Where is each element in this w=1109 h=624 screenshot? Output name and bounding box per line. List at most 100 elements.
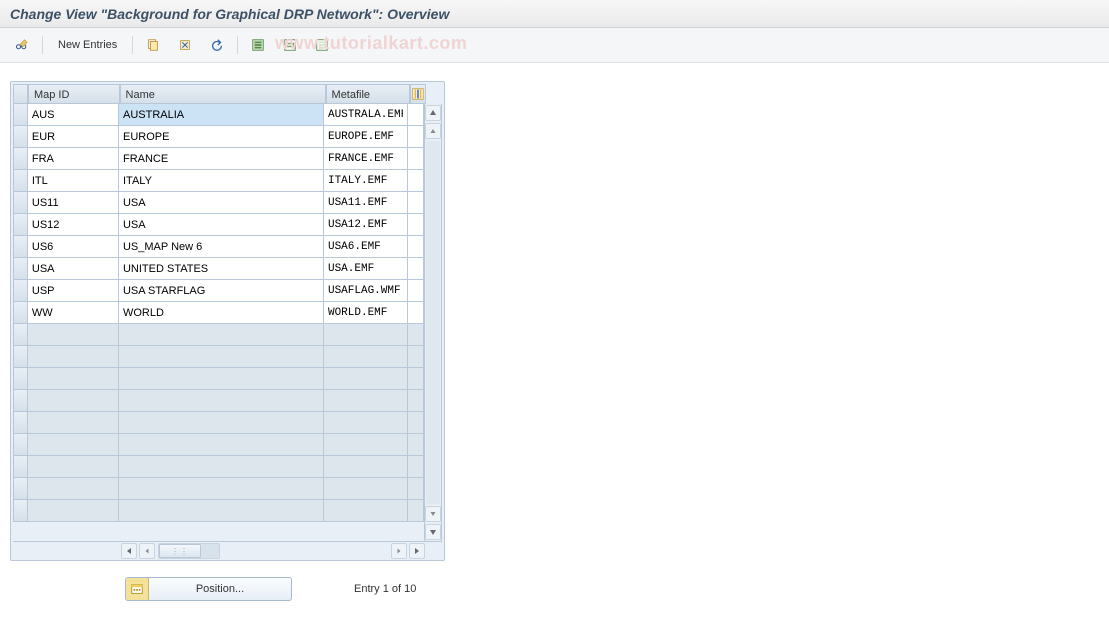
cell-name[interactable]	[119, 456, 324, 478]
mapid-input[interactable]	[28, 346, 118, 367]
cell-mapid[interactable]	[28, 500, 119, 522]
name-input[interactable]	[119, 346, 323, 367]
cell-metafile[interactable]	[324, 302, 408, 324]
row-selector[interactable]	[13, 324, 28, 346]
cell-metafile[interactable]	[324, 104, 408, 126]
mapid-input[interactable]	[28, 126, 118, 147]
metafile-input[interactable]	[324, 192, 407, 213]
mapid-input[interactable]	[28, 192, 118, 213]
delete-button[interactable]	[171, 34, 199, 56]
row-selector[interactable]	[13, 148, 28, 170]
cell-name[interactable]	[119, 302, 324, 324]
cell-mapid[interactable]	[28, 302, 119, 324]
column-header-mapid[interactable]: Map ID	[28, 84, 120, 104]
cell-mapid[interactable]	[28, 104, 119, 126]
mapid-input[interactable]	[28, 214, 118, 235]
name-input[interactable]	[119, 192, 323, 213]
row-selector[interactable]	[13, 478, 28, 500]
cell-name[interactable]	[119, 192, 324, 214]
row-selector[interactable]	[13, 104, 28, 126]
cell-metafile[interactable]	[324, 126, 408, 148]
cell-name[interactable]	[119, 214, 324, 236]
cell-name[interactable]	[119, 126, 324, 148]
cell-mapid[interactable]	[28, 456, 119, 478]
row-selector[interactable]	[13, 456, 28, 478]
cell-name[interactable]	[119, 478, 324, 500]
cell-mapid[interactable]	[28, 434, 119, 456]
cell-name[interactable]	[119, 236, 324, 258]
column-header-metafile[interactable]: Metafile	[326, 84, 411, 104]
position-button[interactable]: Position...	[125, 577, 292, 601]
name-input[interactable]	[119, 214, 323, 235]
cell-mapid[interactable]	[28, 214, 119, 236]
mapid-input[interactable]	[28, 302, 118, 323]
name-input[interactable]	[119, 368, 323, 389]
row-selector[interactable]	[13, 346, 28, 368]
metafile-input[interactable]	[324, 126, 407, 147]
metafile-input[interactable]	[324, 456, 407, 477]
cell-mapid[interactable]	[28, 236, 119, 258]
mapid-input[interactable]	[28, 412, 118, 433]
cell-mapid[interactable]	[28, 390, 119, 412]
name-input[interactable]	[119, 126, 323, 147]
cell-mapid[interactable]	[28, 126, 119, 148]
metafile-input[interactable]	[324, 324, 407, 345]
hscroll-left-button[interactable]	[139, 543, 155, 559]
cell-name[interactable]	[119, 390, 324, 412]
cell-metafile[interactable]	[324, 170, 408, 192]
row-selector[interactable]	[13, 236, 28, 258]
name-input[interactable]	[119, 170, 323, 191]
row-selector[interactable]	[13, 302, 28, 324]
metafile-input[interactable]	[324, 170, 407, 191]
cell-mapid[interactable]	[28, 192, 119, 214]
name-input[interactable]	[119, 324, 323, 345]
cell-mapid[interactable]	[28, 324, 119, 346]
row-selector-header[interactable]	[13, 84, 28, 104]
name-input[interactable]	[119, 104, 323, 125]
cell-mapid[interactable]	[28, 258, 119, 280]
metafile-input[interactable]	[324, 434, 407, 455]
row-selector[interactable]	[13, 170, 28, 192]
vertical-scrollbar[interactable]	[424, 104, 442, 541]
cell-mapid[interactable]	[28, 280, 119, 302]
select-all-button[interactable]	[244, 34, 272, 56]
cell-name[interactable]	[119, 258, 324, 280]
row-selector[interactable]	[13, 500, 28, 522]
row-selector[interactable]	[13, 126, 28, 148]
mapid-input[interactable]	[28, 478, 118, 499]
metafile-input[interactable]	[324, 258, 407, 279]
mapid-input[interactable]	[28, 500, 118, 521]
scroll-line-up-button[interactable]	[425, 123, 441, 139]
cell-metafile[interactable]	[324, 500, 408, 522]
cell-metafile[interactable]	[324, 434, 408, 456]
vscroll-track[interactable]	[426, 141, 440, 504]
name-input[interactable]	[119, 456, 323, 477]
cell-metafile[interactable]	[324, 368, 408, 390]
cell-name[interactable]	[119, 500, 324, 522]
mapid-input[interactable]	[28, 434, 118, 455]
metafile-input[interactable]	[324, 148, 407, 169]
metafile-input[interactable]	[324, 104, 407, 125]
name-input[interactable]	[119, 280, 323, 301]
row-selector[interactable]	[13, 368, 28, 390]
cell-mapid[interactable]	[28, 148, 119, 170]
mapid-input[interactable]	[28, 280, 118, 301]
cell-metafile[interactable]	[324, 148, 408, 170]
mapid-input[interactable]	[28, 170, 118, 191]
toggle-display-change-button[interactable]	[8, 34, 36, 56]
name-input[interactable]	[119, 412, 323, 433]
hscroll-right-button[interactable]	[391, 543, 407, 559]
cell-name[interactable]	[119, 412, 324, 434]
name-input[interactable]	[119, 390, 323, 411]
table-configure-button[interactable]	[410, 84, 426, 104]
row-selector[interactable]	[13, 192, 28, 214]
copy-as-button[interactable]	[139, 34, 167, 56]
mapid-input[interactable]	[28, 390, 118, 411]
cell-metafile[interactable]	[324, 412, 408, 434]
cell-name[interactable]	[119, 148, 324, 170]
row-selector[interactable]	[13, 434, 28, 456]
cell-metafile[interactable]	[324, 258, 408, 280]
cell-metafile[interactable]	[324, 324, 408, 346]
metafile-input[interactable]	[324, 368, 407, 389]
metafile-input[interactable]	[324, 214, 407, 235]
